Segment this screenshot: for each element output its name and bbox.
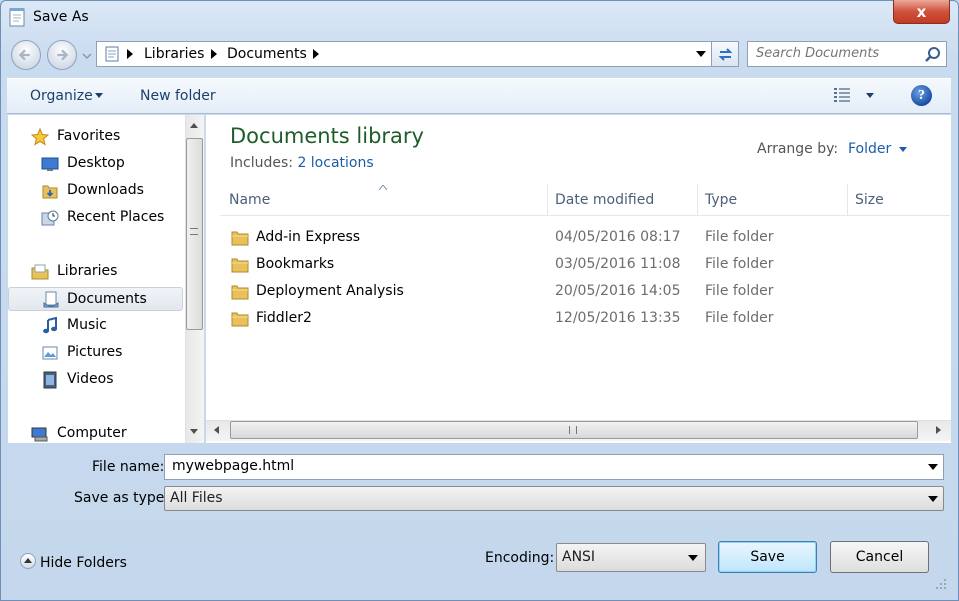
nav-item-libraries[interactable]: Libraries [8, 260, 183, 284]
save-as-type-label: Save as type: [74, 490, 170, 506]
folder-icon [231, 285, 249, 300]
hide-folders-button[interactable]: Hide Folders [40, 555, 127, 571]
encoding-value: ANSI [562, 549, 596, 565]
encoding-label: Encoding: [485, 550, 555, 566]
documents-icon [43, 291, 59, 308]
scroll-right-icon[interactable] [936, 426, 941, 434]
column-date-modified[interactable]: Date modified [555, 192, 654, 208]
breadcrumb-arrow-icon[interactable] [313, 49, 319, 59]
folder-icon [231, 258, 249, 273]
window-title: Save As [33, 9, 89, 25]
star-icon [31, 128, 49, 146]
search-icon [925, 47, 940, 62]
arrange-by-value: Folder [848, 141, 892, 157]
organize-button[interactable]: Organize [30, 88, 93, 104]
includes-label: Includes: [230, 155, 293, 171]
column-size[interactable]: Size [855, 192, 884, 208]
computer-icon [31, 427, 48, 442]
scroll-up-icon[interactable] [190, 123, 198, 128]
cancel-button[interactable]: Cancel [830, 541, 929, 573]
chevron-down-icon[interactable] [82, 52, 92, 60]
save-button[interactable]: Save [718, 541, 817, 573]
save-as-type-value: All Files [170, 490, 223, 506]
close-button[interactable]: x [893, 0, 950, 24]
help-icon[interactable]: ? [911, 85, 932, 106]
close-icon: x [916, 2, 927, 21]
chevron-down-icon [898, 146, 907, 152]
refresh-button[interactable] [712, 41, 739, 67]
refresh-icon [718, 48, 733, 61]
chevron-down-icon[interactable] [928, 464, 938, 470]
folder-icon [231, 231, 249, 246]
folder-icon [231, 312, 249, 327]
back-button[interactable] [11, 40, 41, 70]
chevron-down-icon [928, 496, 938, 502]
nav-item-documents[interactable]: Documents [8, 287, 183, 311]
file-row[interactable]: Bookmarks 03/05/2016 11:08 File folder [220, 252, 950, 279]
scroll-down-icon[interactable] [190, 429, 198, 434]
scroll-left-icon[interactable] [214, 426, 219, 434]
file-row[interactable]: Fiddler2 12/05/2016 13:35 File folder [220, 306, 950, 333]
videos-icon [43, 371, 57, 389]
scroll-grip-icon [569, 426, 577, 434]
downloads-folder-icon [42, 185, 58, 199]
library-documents-icon [105, 46, 119, 62]
file-name-label: File name: [92, 459, 165, 475]
search-input[interactable] [756, 46, 926, 61]
column-divider[interactable] [847, 184, 848, 216]
nav-item-videos[interactable]: Videos [8, 368, 183, 392]
file-row[interactable]: Add-in Express 04/05/2016 08:17 File fol… [220, 225, 950, 252]
nav-item-music[interactable]: Music [8, 314, 183, 338]
scroll-grip-icon [190, 228, 198, 235]
file-name-input[interactable] [172, 458, 912, 474]
navigation-pane: Favorites Desktop Downloads Recent Place… [8, 115, 185, 443]
breadcrumb-libraries[interactable]: Libraries [144, 46, 204, 62]
pictures-icon [42, 346, 58, 360]
nav-item-desktop[interactable]: Desktop [8, 152, 183, 176]
arrange-by-label: Arrange by: [757, 141, 839, 157]
nav-item-recent-places[interactable]: Recent Places [8, 206, 183, 230]
new-folder-button[interactable]: New folder [140, 88, 216, 104]
chevron-down-icon [95, 93, 103, 98]
column-divider[interactable] [697, 184, 698, 216]
file-name-combobox[interactable] [164, 454, 944, 480]
column-type[interactable]: Type [705, 192, 737, 208]
breadcrumb-arrow-icon [127, 49, 133, 59]
arrow-right-icon [57, 49, 69, 61]
library-includes: Includes: 2 locations [230, 155, 374, 171]
library-title: Documents library [230, 124, 424, 148]
notepad-icon [9, 8, 25, 27]
hide-folders-toggle[interactable] [20, 553, 36, 569]
libraries-icon [31, 264, 49, 280]
search-box[interactable] [747, 41, 947, 67]
recent-places-icon [41, 210, 59, 226]
column-name[interactable]: Name [229, 192, 270, 208]
music-icon [43, 317, 57, 334]
encoding-select[interactable]: ANSI [556, 543, 706, 572]
sort-ascending-icon [379, 185, 387, 190]
nav-item-downloads[interactable]: Downloads [8, 179, 183, 203]
desktop-icon [41, 157, 59, 171]
nav-item-favorites[interactable]: Favorites [8, 125, 183, 149]
view-details-icon[interactable] [833, 87, 851, 103]
forward-button[interactable] [47, 40, 77, 70]
breadcrumb-arrow-icon [211, 49, 217, 59]
nav-item-pictures[interactable]: Pictures [8, 341, 183, 365]
arrange-by-dropdown[interactable]: Folder [848, 141, 907, 157]
file-row[interactable]: Deployment Analysis 20/05/2016 14:05 Fil… [220, 279, 950, 306]
chevron-up-icon [24, 558, 32, 563]
chevron-down-icon[interactable] [866, 93, 874, 98]
nav-item-computer[interactable]: Computer [8, 422, 183, 443]
arrow-left-icon [18, 49, 30, 61]
breadcrumb-documents[interactable]: Documents [227, 46, 307, 62]
column-divider[interactable] [547, 184, 548, 216]
resize-grip-icon[interactable] [935, 578, 947, 590]
locations-link[interactable]: 2 locations [297, 155, 373, 171]
chevron-down-icon[interactable] [696, 51, 706, 57]
chevron-down-icon [688, 555, 698, 561]
save-as-type-select[interactable]: All Files [164, 486, 944, 511]
